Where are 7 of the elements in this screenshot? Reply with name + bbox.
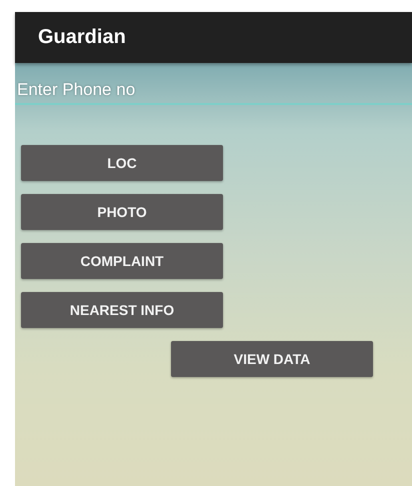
- action-button[interactable]: PHOTO: [21, 194, 223, 230]
- phone-input-field[interactable]: Enter Phone no: [15, 77, 412, 105]
- app-title: Guardian: [38, 26, 126, 49]
- action-button[interactable]: NEAREST INFO: [21, 292, 223, 328]
- action-button[interactable]: VIEW DATA: [171, 341, 373, 377]
- action-button[interactable]: LOC: [21, 145, 223, 181]
- action-button[interactable]: COMPLAINT: [21, 243, 223, 279]
